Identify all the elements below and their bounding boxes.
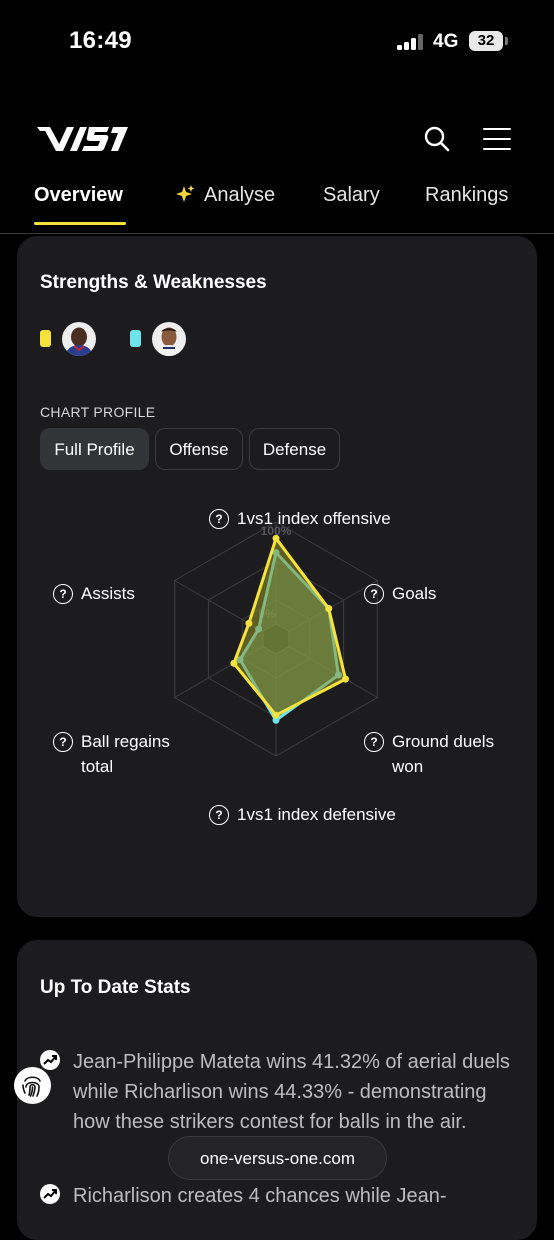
player-2-avatar[interactable] (152, 322, 186, 356)
signal-icon (397, 34, 425, 50)
tab-analyse-label: Analyse (204, 184, 276, 206)
help-icon: ? (53, 732, 73, 752)
menu-icon[interactable] (483, 128, 511, 150)
card-title: Strengths & Weaknesses (40, 272, 267, 293)
active-tab-indicator (34, 222, 126, 225)
profile-full-button[interactable]: Full Profile (40, 428, 149, 470)
tab-rankings[interactable]: Rankings (425, 184, 508, 207)
stat-item: Richarlison creates 4 chances while Jean… (73, 1185, 447, 1207)
clock: 16:49 (69, 27, 132, 54)
axis-label-ball-regains[interactable]: ? Ball regains total (53, 729, 183, 779)
fingerprint-icon[interactable] (14, 1067, 51, 1104)
url-bar[interactable]: one-versus-one.com (168, 1136, 387, 1180)
sparkle-icon (176, 185, 195, 202)
tab-analyse[interactable]: Analyse (175, 184, 275, 207)
chart-profile-label: CHART PROFILE (40, 404, 156, 420)
network-type: 4G (433, 31, 459, 52)
radar-series-1-point (245, 619, 253, 627)
radar-series-1-point (342, 675, 350, 683)
profile-offense-button[interactable]: Offense (155, 428, 243, 470)
status-bar: 16:49 4G 32 (0, 0, 554, 80)
help-icon: ? (53, 584, 73, 604)
help-icon: ? (364, 732, 384, 752)
card-title: Up To Date Stats (40, 977, 191, 998)
axis-label-assists[interactable]: ? Assists (53, 581, 135, 606)
up-to-date-stats-card: Up To Date Stats Jean-Philippe Mateta wi… (17, 940, 537, 1240)
app-logo[interactable] (37, 124, 129, 154)
help-icon: ? (209, 509, 229, 529)
battery-icon: 32 (469, 31, 503, 51)
help-icon: ? (209, 805, 229, 825)
battery-tip (505, 37, 508, 45)
radar-series-1-point (325, 605, 333, 613)
axis-label-goals[interactable]: ? Goals (364, 581, 436, 606)
axis-label-defensive-index[interactable]: ? 1vs1 index defensive (209, 802, 396, 827)
player-1-avatar[interactable] (62, 322, 96, 356)
profile-defense-button[interactable]: Defense (249, 428, 340, 470)
tab-overview[interactable]: Overview (34, 184, 123, 207)
tab-salary[interactable]: Salary (323, 184, 380, 207)
radar-series-1-point (272, 534, 280, 542)
player-1-swatch (40, 330, 51, 347)
strengths-weaknesses-card: Strengths & Weaknesses CHART PROFILE Ful… (17, 236, 537, 917)
tab-bar: Overview Analyse Salary Rankings (0, 175, 554, 234)
axis-label-ground-duels[interactable]: ? Ground duels won (364, 729, 504, 779)
trend-up-icon (40, 1050, 60, 1070)
player-2-swatch (130, 330, 141, 347)
help-icon: ? (364, 584, 384, 604)
radar-series-1-area (232, 536, 348, 717)
axis-label-offensive-index[interactable]: ? 1vs1 index offensive (209, 506, 391, 531)
app-header (0, 110, 554, 170)
trend-up-icon (40, 1184, 60, 1204)
radar-series-1-point (272, 711, 280, 719)
stat-item: Jean-Philippe Mateta wins 41.32% of aeri… (73, 1051, 510, 1133)
radar-series-1-point (230, 659, 238, 667)
search-icon[interactable] (423, 125, 451, 153)
